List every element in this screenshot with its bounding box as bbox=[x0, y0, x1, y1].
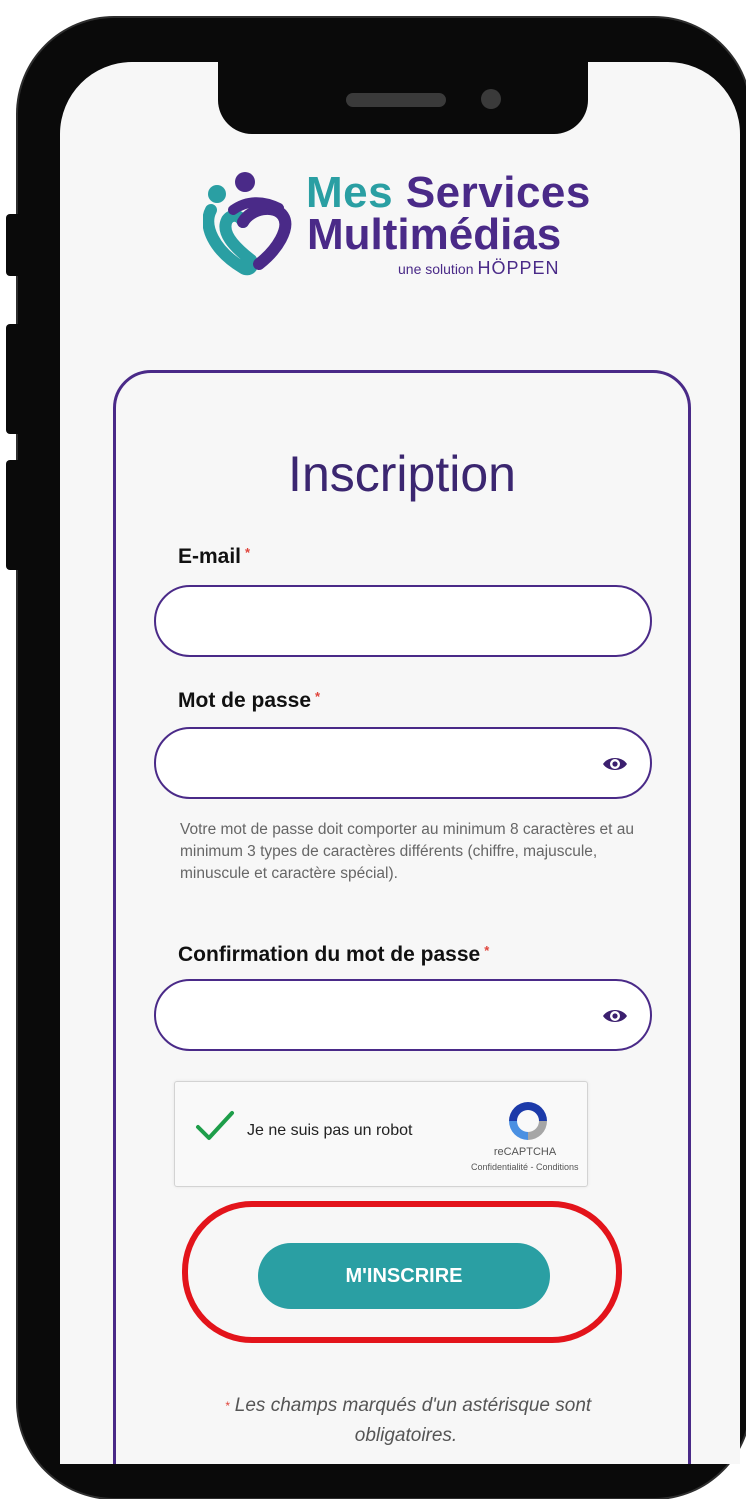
side-button-volume-up bbox=[6, 324, 22, 434]
phone-frame: Mes Services Multimédias une solution HÖP… bbox=[6, 18, 746, 1498]
side-button-volume-down bbox=[6, 460, 22, 570]
signup-submit-button[interactable]: M'INSCRIRE bbox=[258, 1243, 550, 1309]
logo-mark-icon bbox=[203, 172, 292, 276]
screen: Mes Services Multimédias une solution HÖP… bbox=[60, 62, 740, 1464]
camera bbox=[481, 89, 501, 109]
recaptcha-links[interactable]: Confidentialité - Conditions bbox=[471, 1162, 621, 1172]
password-label-text: Mot de passe bbox=[178, 689, 312, 712]
password-help-text: Votre mot de passe doit comporter au min… bbox=[180, 821, 635, 882]
recaptcha-icon bbox=[509, 1102, 547, 1140]
email-label-text: E-mail bbox=[178, 545, 242, 568]
required-asterisk: * bbox=[245, 545, 251, 560]
email-label: E-mail * bbox=[178, 545, 250, 569]
required-fields-note: * Les champs marqués d'un astérisque son… bbox=[176, 1391, 636, 1451]
signup-card: Inscription E-mail * Mot de passe * Votre … bbox=[113, 370, 691, 1464]
eye-icon[interactable] bbox=[602, 1003, 628, 1029]
confirm-password-label: Confirmation du mot de passe * bbox=[178, 943, 489, 967]
check-icon[interactable] bbox=[195, 1110, 235, 1142]
footnote-text: Les champs marqués d'un astérisque sont … bbox=[234, 1395, 592, 1446]
confirm-label-text: Confirmation du mot de passe bbox=[178, 943, 481, 966]
side-button-mute bbox=[6, 214, 22, 276]
required-asterisk: * bbox=[315, 689, 321, 704]
page-title: Inscription bbox=[288, 446, 516, 502]
email-field[interactable] bbox=[154, 585, 652, 657]
eye-icon[interactable] bbox=[602, 751, 628, 777]
required-asterisk: * bbox=[484, 943, 490, 958]
recaptcha-label: Je ne suis pas un robot bbox=[247, 1122, 413, 1139]
confirm-password-field[interactable] bbox=[154, 979, 652, 1051]
logo-title-line2: Multimédias bbox=[307, 210, 562, 259]
footnote-asterisk: * bbox=[224, 1399, 230, 1413]
password-field[interactable] bbox=[154, 727, 652, 799]
logo-brand: HÖPPEN bbox=[477, 258, 560, 278]
logo-tagline-text: une solution bbox=[398, 261, 474, 277]
notch bbox=[218, 62, 588, 134]
recaptcha-brand: reCAPTCHA bbox=[493, 1146, 557, 1158]
speaker bbox=[346, 93, 446, 107]
app-logo: Mes Services Multimédias une solution HÖP… bbox=[203, 168, 623, 290]
logo-tagline: une solution HÖPPEN bbox=[398, 258, 560, 279]
recaptcha-widget[interactable]: Je ne suis pas un robot reCAPTCHA Confid… bbox=[174, 1081, 588, 1187]
password-label: Mot de passe * bbox=[178, 689, 320, 713]
